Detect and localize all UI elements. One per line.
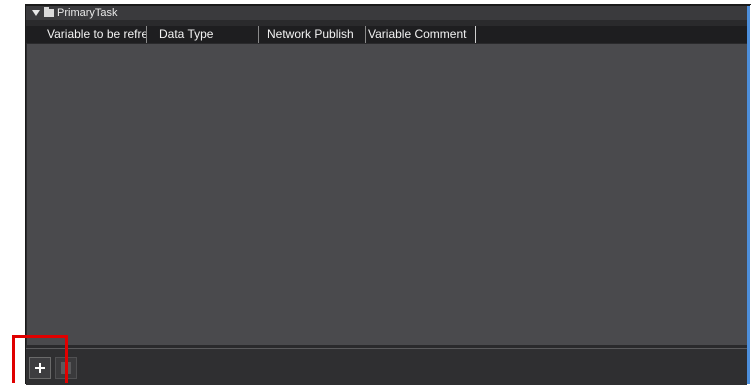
folder-icon <box>44 7 54 17</box>
column-header-variable-comment[interactable]: Variable Comment <box>366 26 476 43</box>
group-label: PrimaryTask <box>57 7 118 19</box>
group-header-primarytask[interactable]: PrimaryTask <box>26 6 747 20</box>
column-header-filler <box>476 26 747 43</box>
panel-accent-edge <box>747 6 750 384</box>
variable-table-panel: PrimaryTask Variable to be refre Data Ty… <box>25 5 750 385</box>
column-header-row: Variable to be refre Data Type Network P… <box>26 26 747 43</box>
add-button-highlight-box <box>12 335 68 383</box>
column-header-network-publish[interactable]: Network Publish <box>259 26 366 43</box>
table-toolbar <box>26 348 747 385</box>
collapse-arrow-icon[interactable] <box>30 6 44 20</box>
column-header-data-type[interactable]: Data Type <box>147 26 259 43</box>
variable-grid-empty-area[interactable] <box>27 44 747 345</box>
column-header-variable[interactable]: Variable to be refre <box>26 26 147 43</box>
